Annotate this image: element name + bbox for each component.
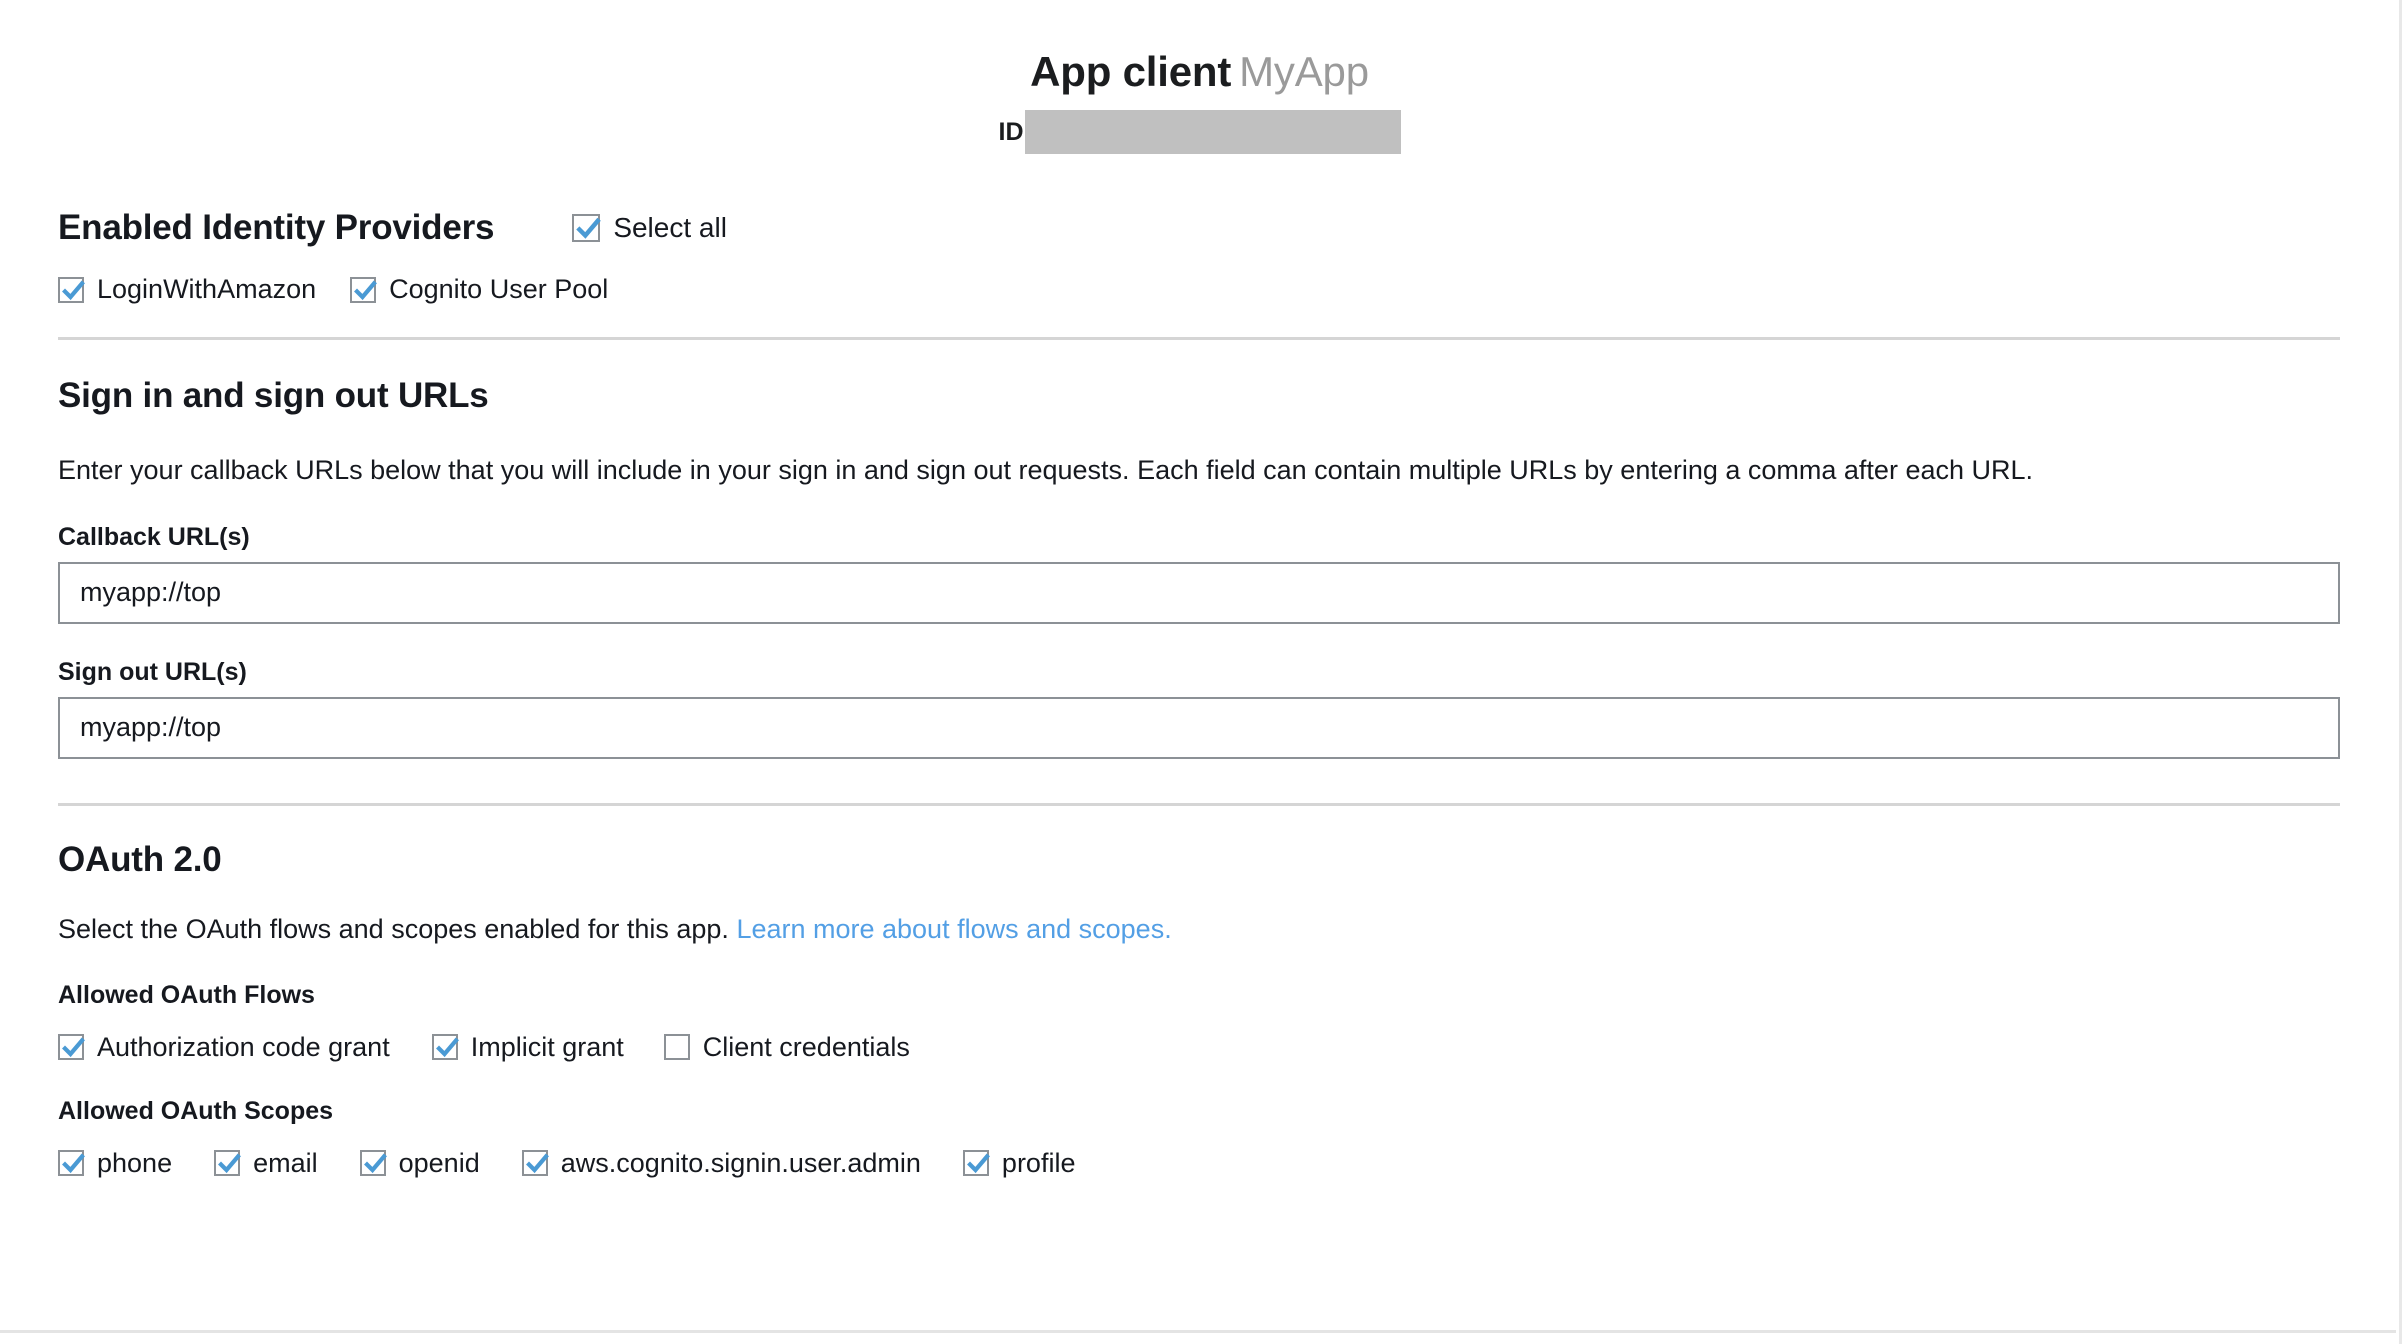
section-divider	[58, 802, 2340, 806]
page-title: App client MyApp	[0, 48, 2399, 96]
oauth-section: OAuth 2.0 Select the OAuth flows and sco…	[58, 840, 2341, 1177]
app-client-id-label: ID	[998, 117, 1024, 146]
checkbox-box[interactable]	[58, 1034, 85, 1061]
checkmark-icon	[354, 280, 378, 300]
checkbox-box[interactable]	[58, 276, 85, 303]
select-all-wrapper: Select all	[572, 211, 727, 247]
identity-providers-heading: Enabled Identity Providers	[58, 208, 495, 248]
app-client-id-row: ID	[0, 110, 2399, 155]
signin-signout-urls-section: Sign in and sign out URLs Enter your cal…	[58, 376, 2341, 806]
enabled-identity-providers-section: Enabled Identity Providers Select all Lo…	[58, 208, 2341, 341]
allowed-oauth-scopes-label: Allowed OAuth Scopes	[58, 1096, 334, 1125]
page-header: App client MyApp ID	[0, 0, 2399, 155]
checkmark-icon	[62, 1153, 85, 1174]
checkbox-authorization-code-grant[interactable]: Authorization code grant	[58, 1031, 390, 1062]
checkbox-cognito-user-pool[interactable]: Cognito User Pool	[350, 276, 608, 303]
checkbox-box[interactable]	[521, 1150, 549, 1177]
checkbox-client-credentials[interactable]: Client credentials	[663, 1031, 910, 1062]
checkmark-icon	[525, 1153, 549, 1174]
checkbox-label: Authorization code grant	[97, 1031, 390, 1062]
checkbox-label: LoginWithAmazon	[97, 274, 317, 305]
checkbox-box[interactable]	[350, 276, 378, 303]
allowed-oauth-flows-label: Allowed OAuth Flows	[58, 980, 315, 1009]
page-bottom-divider	[0, 1330, 2396, 1333]
checkbox-box[interactable]	[663, 1034, 690, 1061]
checkbox-box[interactable]	[214, 1150, 242, 1177]
checkbox-scope-phone[interactable]: phone	[58, 1147, 173, 1178]
oauth-heading: OAuth 2.0	[58, 839, 222, 879]
checkbox-scope-email[interactable]: email	[214, 1147, 318, 1178]
checkbox-label: aws.cognito.signin.user.admin	[560, 1147, 921, 1178]
allowed-oauth-flows-list: Authorization code grant Implicit grant …	[58, 1031, 2341, 1062]
checkbox-scope-aws-cognito-signin-user-admin[interactable]: aws.cognito.signin.user.admin	[521, 1147, 921, 1178]
checkbox-label: openid	[398, 1147, 480, 1178]
oauth-description-text: Select the OAuth flows and scopes enable…	[58, 913, 729, 944]
checkmark-icon	[576, 217, 602, 239]
identity-providers-list: LoginWithAmazon Cognito User Pool	[58, 276, 2341, 303]
checkbox-box[interactable]	[359, 1150, 387, 1177]
divider-wrapper	[58, 337, 2341, 341]
checkbox-label: Implicit grant	[470, 1031, 624, 1062]
checkbox-scope-openid[interactable]: openid	[359, 1147, 480, 1178]
checkbox-scope-profile[interactable]: profile	[962, 1147, 1076, 1178]
urls-heading: Sign in and sign out URLs	[58, 376, 489, 416]
checkmark-icon	[62, 1037, 85, 1058]
checkbox-implicit-grant[interactable]: Implicit grant	[431, 1031, 624, 1062]
checkbox-label: email	[253, 1147, 318, 1178]
checkmark-icon	[363, 1153, 387, 1174]
page-title-app-name: MyApp	[1239, 48, 1369, 95]
checkbox-label: profile	[1001, 1147, 1076, 1178]
checkbox-box[interactable]	[572, 213, 602, 242]
identity-providers-header-row: Enabled Identity Providers Select all	[58, 208, 2341, 248]
urls-description: Enter your callback URLs below that you …	[58, 455, 2034, 486]
checkbox-box[interactable]	[431, 1034, 459, 1061]
checkmark-icon	[218, 1153, 242, 1174]
checkbox-loginwithamazon[interactable]: LoginWithAmazon	[58, 276, 316, 303]
signout-url-label: Sign out URL(s)	[58, 657, 247, 686]
oauth-description: Select the OAuth flows and scopes enable…	[58, 914, 2341, 945]
checkbox-select-all[interactable]: Select all	[572, 211, 727, 243]
checkmark-icon	[435, 1037, 459, 1058]
page-content: Enabled Identity Providers Select all Lo…	[0, 208, 2399, 1177]
allowed-oauth-scopes-list: phone email openid aws.cognito.signin.us…	[58, 1147, 2341, 1178]
checkbox-label: Cognito User Pool	[389, 274, 609, 305]
checkbox-box[interactable]	[962, 1150, 990, 1177]
checkmark-icon	[966, 1153, 990, 1174]
page-title-strong: App client	[1030, 48, 1232, 95]
app-client-id-redaction	[1024, 110, 1401, 155]
divider-wrapper	[58, 802, 2341, 806]
checkbox-label: Client credentials	[702, 1031, 910, 1062]
signout-url-input[interactable]	[58, 696, 2340, 759]
callback-url-label: Callback URL(s)	[58, 522, 250, 551]
app-client-settings-page: App client MyApp ID Enabled Identity Prov…	[0, 0, 2402, 1344]
section-divider	[58, 337, 2340, 341]
checkmark-icon	[62, 280, 85, 300]
checkbox-box[interactable]	[58, 1150, 85, 1177]
callback-url-input[interactable]	[58, 561, 2340, 624]
checkbox-label: phone	[97, 1147, 173, 1178]
learn-more-link[interactable]: Learn more about flows and scopes.	[736, 914, 1171, 944]
checkbox-label: Select all	[613, 211, 727, 243]
